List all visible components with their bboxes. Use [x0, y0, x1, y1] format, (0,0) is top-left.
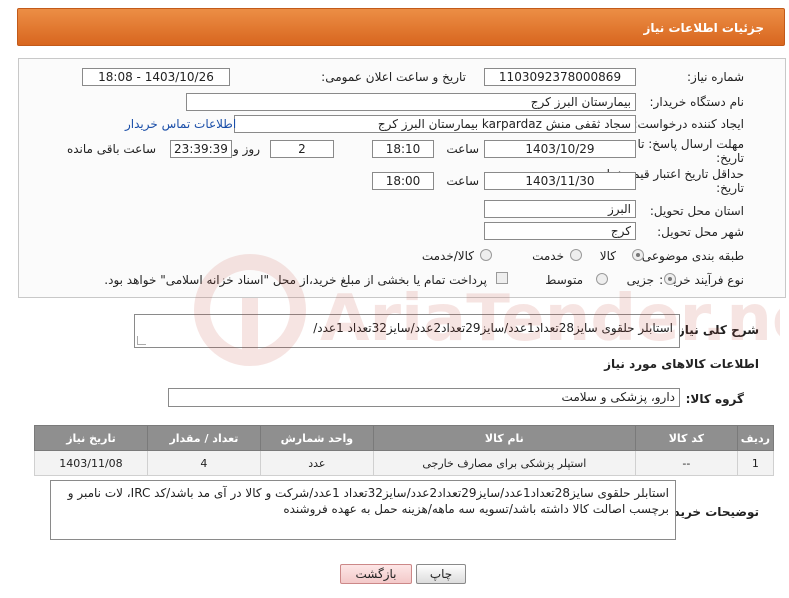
deadline-label: مهلت ارسال پاسخ: تا: [637, 137, 744, 151]
cell-goods-code: --: [634, 450, 738, 476]
process-radio-medium[interactable]: [596, 273, 608, 285]
buyer-org-field[interactable]: بیمارستان البرز کرج: [186, 93, 636, 111]
min-price-time-field[interactable]: 18:00: [372, 172, 434, 190]
cell-quantity: 4: [146, 450, 261, 476]
remaining-label: ساعت باقی مانده: [66, 142, 156, 156]
days-label: روز و: [233, 142, 260, 156]
province-label: استان محل تحویل:: [649, 204, 744, 218]
remaining-time-field[interactable]: 23:39:39: [170, 140, 232, 158]
category-option-goods: کالا: [599, 249, 616, 263]
category-radio-goods[interactable]: [632, 249, 644, 261]
col-header-quantity: تعداد / مقدار: [146, 425, 261, 451]
col-header-row-number: ردیف: [736, 425, 775, 451]
cell-row-number: 1: [736, 450, 775, 476]
description-text: استابلر حلقوی سایز28تعداد1عدد/سایز29تعدا…: [313, 321, 673, 335]
creator-label: ایجاد کننده درخواست:: [633, 117, 744, 131]
min-price-time-label: ساعت: [446, 174, 479, 188]
buyer-notes-text: استابلر حلقوی سایز28تعداد1عدد/سایز29تعدا…: [67, 486, 669, 516]
cell-goods-name: استپلر پزشکی برای مصارف خارجی: [372, 450, 636, 476]
panel-header: جزئیات اطلاعات نیاز: [17, 8, 785, 46]
col-header-goods-code: کد کالا: [634, 425, 738, 451]
category-option-service: خدمت: [532, 249, 564, 263]
process-option-medium: متوسط: [545, 273, 583, 287]
days-remaining-field[interactable]: 2: [270, 140, 334, 158]
treasury-payment-note: پرداخت تمام یا بخشی از مبلغ خرید،از محل …: [104, 273, 487, 287]
description-label: شرح کلی نیاز:: [673, 323, 759, 337]
category-radio-service[interactable]: [570, 249, 582, 261]
process-radio-minor[interactable]: [664, 273, 676, 285]
treasury-payment-checkbox[interactable]: [496, 272, 508, 284]
buyer-notes-textarea[interactable]: استابلر حلقوی سایز28تعداد1عدد/سایز29تعدا…: [50, 480, 676, 540]
deadline-time-label: ساعت: [446, 142, 479, 156]
cell-unit: عدد: [259, 450, 374, 476]
buyer-org-label: نام دستگاه خریدار:: [649, 95, 745, 109]
resize-handle-icon[interactable]: [137, 336, 146, 345]
province-field[interactable]: البرز: [484, 200, 636, 218]
process-option-minor: جزیی: [626, 273, 654, 287]
deadline-date-label: تاریخ:: [716, 151, 744, 165]
description-textarea[interactable]: استابلر حلقوی سایز28تعداد1عدد/سایز29تعدا…: [134, 314, 680, 348]
city-label: شهر محل تحویل:: [657, 225, 744, 239]
min-price-date-field[interactable]: 1403/11/30: [484, 172, 636, 190]
print-button[interactable]: چاپ: [416, 564, 466, 584]
need-number-label: شماره نیاز:: [687, 70, 744, 84]
need-number-field[interactable]: 1103092378000869: [484, 68, 636, 86]
col-header-need-date: تاریخ نیاز: [34, 425, 148, 451]
deadline-time-field[interactable]: 18:10: [372, 140, 434, 158]
page-title: جزئیات اطلاعات نیاز: [643, 21, 764, 35]
goods-group-field[interactable]: دارو، پزشکی و سلامت: [168, 388, 680, 407]
table-header-row: ردیف کد کالا نام کالا واحد شمارش تعداد /…: [34, 425, 775, 451]
category-radio-goods-service[interactable]: [480, 249, 492, 261]
announce-label: تاریخ و ساعت اعلان عمومی:: [321, 70, 466, 84]
creator-field[interactable]: سجاد ثقفی منش karpardaz بیمارستان البرز …: [234, 115, 636, 133]
buyer-contact-link[interactable]: اطلاعات تماس خریدار: [125, 117, 236, 131]
announce-datetime-field[interactable]: 1403/10/26 - 18:08: [82, 68, 230, 86]
category-option-goods-service: کالا/خدمت: [421, 249, 474, 263]
goods-group-label: گروه کالا:: [685, 392, 744, 406]
col-header-unit: واحد شمارش: [259, 425, 374, 451]
deadline-date-field[interactable]: 1403/10/29: [484, 140, 636, 158]
goods-table: ردیف کد کالا نام کالا واحد شمارش تعداد /…: [34, 425, 775, 476]
city-field[interactable]: کرج: [484, 222, 636, 240]
back-button[interactable]: بازگشت: [340, 564, 412, 584]
cell-need-date: 1403/11/08: [34, 450, 148, 476]
table-row[interactable]: 1 -- استپلر پزشکی برای مصارف خارجی عدد 4…: [34, 450, 775, 476]
goods-section-title: اطلاعات کالاهای مورد نیاز: [604, 357, 759, 371]
min-price-date-label: تاریخ:: [716, 181, 744, 195]
col-header-goods-name: نام کالا: [372, 425, 636, 451]
category-label: طبقه بندی موضوعی:: [637, 249, 744, 263]
